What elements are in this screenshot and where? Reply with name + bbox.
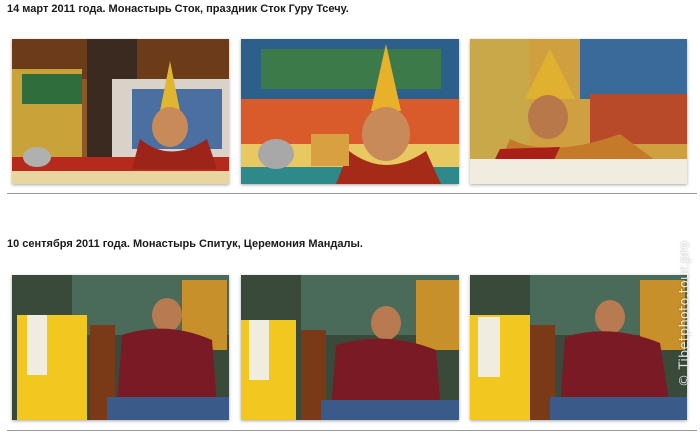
section2-caption: 10 сентября 2011 года. Монастырь Спитук,… bbox=[7, 238, 363, 250]
photo-spituk-2-image bbox=[241, 275, 459, 420]
photo-stok-2-image bbox=[241, 39, 459, 184]
section-divider-2 bbox=[7, 430, 697, 431]
photo-stok-3[interactable] bbox=[470, 39, 687, 184]
photo-spituk-3[interactable] bbox=[470, 275, 687, 420]
photo-stok-3-image bbox=[470, 39, 687, 184]
photo-spituk-2[interactable] bbox=[241, 275, 459, 420]
section1-caption: 14 март 2011 года. Монастырь Сток, празд… bbox=[7, 3, 349, 15]
photo-stok-2[interactable] bbox=[241, 39, 459, 184]
photo-spituk-1-image bbox=[12, 275, 229, 420]
photo-stok-1[interactable] bbox=[12, 39, 229, 184]
section-divider-1 bbox=[7, 193, 697, 194]
photo-spituk-1[interactable] bbox=[12, 275, 229, 420]
photo-stok-1-image bbox=[12, 39, 229, 184]
watermark: © Tibetphoto.tour.pro bbox=[674, 196, 696, 432]
watermark-text: © Tibetphoto.tour.pro bbox=[677, 240, 693, 388]
photo-spituk-3-image bbox=[470, 275, 687, 420]
